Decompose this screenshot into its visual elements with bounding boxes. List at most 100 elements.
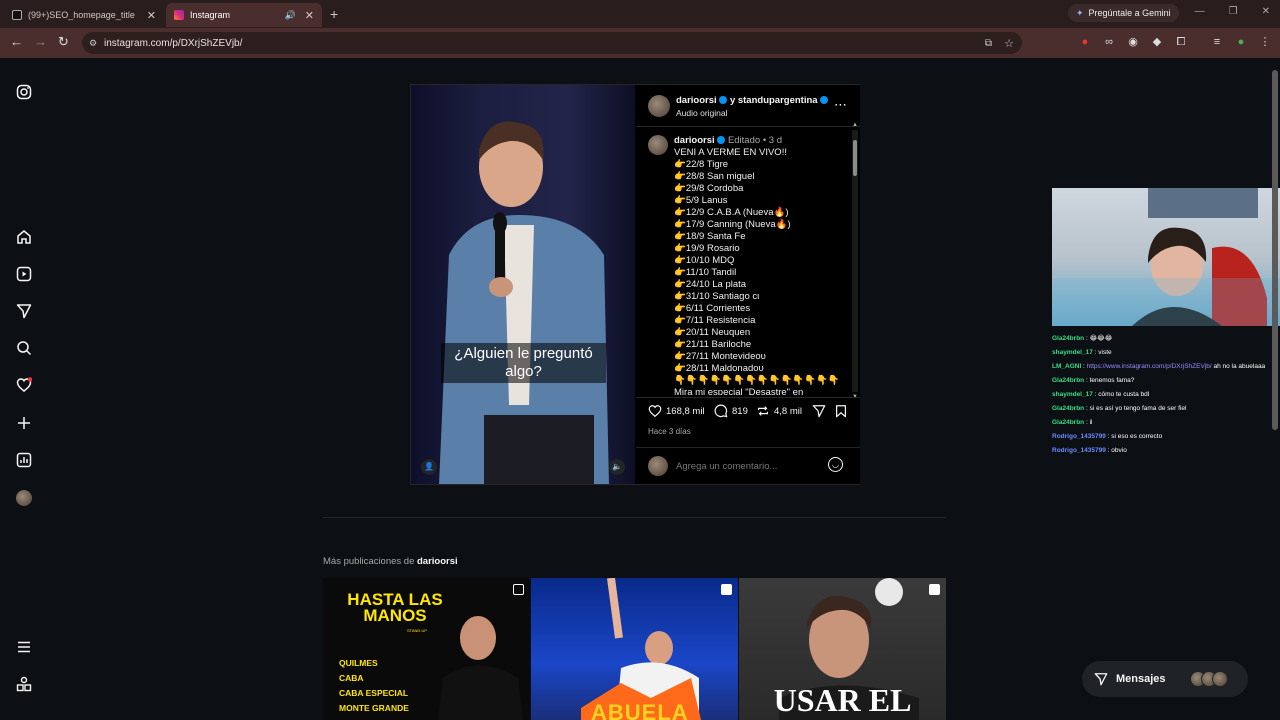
tagged-users-icon[interactable]: 👤: [421, 459, 437, 475]
reel-video[interactable]: ¿Alguien le preguntó algo? 👤 🔈: [411, 85, 635, 484]
chat-username[interactable]: Gla24brbn: [1052, 335, 1084, 342]
more-apps-icon[interactable]: [16, 676, 32, 692]
messages-button[interactable]: Mensajes: [1082, 661, 1248, 697]
profile-icon[interactable]: ●: [1234, 35, 1248, 49]
chat-username[interactable]: shaymdel_17: [1052, 349, 1093, 356]
create-plus-icon[interactable]: [16, 415, 32, 431]
chat-text: obvio: [1111, 447, 1127, 454]
caption-line: 👇👇👇👇👇👇👇👇👇👇👇👇👇👇: [674, 375, 840, 386]
scroll-thumb[interactable]: [853, 140, 857, 176]
url-text: instagram.com/p/DXrjShZEVjb/: [104, 37, 243, 49]
share-button[interactable]: [812, 404, 826, 418]
thumb3-text: USAR EL: [773, 682, 912, 718]
section-divider: [323, 517, 946, 518]
message-avatars: [1190, 671, 1228, 687]
page-scroll-thumb[interactable]: [1272, 70, 1278, 430]
thumb1-city: MONTE GRANDE: [339, 703, 409, 713]
home-icon[interactable]: [16, 229, 32, 245]
gemini-button[interactable]: ✦ Pregúntale a Gemini: [1068, 4, 1179, 22]
chat-username[interactable]: Gla24brbn: [1052, 405, 1084, 412]
post-date[interactable]: Hace 3 días: [648, 427, 691, 436]
viewer-avatar: [648, 456, 668, 476]
thumb1-sub: STAND UP: [407, 628, 427, 633]
stream-chat: Gla24brbn : 😂😂😂 shaymdel_17 : viste LM_AGN…: [1052, 332, 1280, 458]
chat-message: Gla24brbn : il: [1052, 416, 1280, 430]
more-post-thumbnail-3[interactable]: USAR EL: [739, 578, 946, 720]
chat-username[interactable]: Rodrigo_1435799: [1052, 447, 1106, 454]
chat-username[interactable]: shaymdel_17: [1052, 391, 1093, 398]
caption-username[interactable]: darioorsi: [674, 135, 715, 146]
menu-icon[interactable]: [16, 639, 32, 655]
extension-record-icon[interactable]: ◉: [1126, 35, 1140, 49]
url-field[interactable]: ⚙ instagram.com/p/DXrjShZEVjb/ ⧉ ☆: [82, 32, 1022, 54]
send-icon[interactable]: [16, 303, 32, 319]
chat-username[interactable]: Gla24brbn: [1052, 377, 1084, 384]
chrome-menu-icon[interactable]: ⋮: [1258, 35, 1272, 49]
emoji-icon[interactable]: ◡: [828, 457, 843, 472]
bookmark-star-icon[interactable]: ☆: [1004, 37, 1014, 50]
post-header: darioorsi y standupargentina Audio origi…: [636, 85, 860, 127]
more-posts-heading: Más publicaciones de darioorsi: [323, 556, 458, 567]
author-avatar[interactable]: [648, 95, 670, 117]
extensions-puzzle-icon[interactable]: ⧠: [1174, 35, 1188, 49]
tab-seo[interactable]: (99+)SEO_homepage_title ✕: [4, 3, 164, 27]
more-posts-user[interactable]: darioorsi: [417, 556, 458, 567]
chat-username[interactable]: Gla24brbn: [1052, 419, 1084, 426]
notifications-heart-icon[interactable]: [16, 377, 33, 393]
profile-avatar[interactable]: [16, 490, 32, 506]
instagram-logo-icon[interactable]: [16, 84, 32, 100]
page-scrollbar[interactable]: [1272, 60, 1278, 720]
more-options-icon[interactable]: ⋯: [834, 97, 847, 113]
dashboard-icon[interactable]: [16, 452, 32, 468]
reading-list-icon[interactable]: ≡: [1210, 35, 1224, 49]
back-icon[interactable]: ←: [10, 34, 23, 49]
restore-icon[interactable]: ❐: [1229, 6, 1238, 17]
share-icon: [812, 405, 826, 418]
forward-icon[interactable]: →: [34, 34, 47, 49]
extension-red-icon[interactable]: ●: [1078, 35, 1092, 49]
tab-instagram[interactable]: Instagram 🔊 ✕: [166, 3, 322, 27]
caption-line: 👉24/10 La plata: [674, 279, 747, 290]
reload-icon[interactable]: ↻: [58, 34, 69, 50]
chat-link[interactable]: https://www.instagram.com/p/DXrjShZEVjb/: [1087, 363, 1212, 370]
close-window-icon[interactable]: ✕: [1262, 6, 1270, 17]
speaker-icon[interactable]: 🔊: [285, 10, 296, 21]
streamer-image: [1052, 188, 1280, 326]
thumb1-city: CABA ESPECIAL: [339, 688, 409, 698]
caption-scrollbar[interactable]: ▲ ▼: [852, 122, 858, 400]
repost-icon: [758, 406, 768, 416]
comment-input[interactable]: [676, 458, 816, 474]
commenter-avatar[interactable]: [648, 135, 668, 155]
save-button[interactable]: [834, 404, 848, 418]
minimize-icon[interactable]: —: [1195, 6, 1205, 17]
edited-label: Editado: [727, 135, 761, 146]
scroll-up-icon[interactable]: ▲: [852, 122, 858, 128]
chat-username[interactable]: LM_AGNI: [1052, 363, 1081, 370]
more-post-thumbnail-2[interactable]: ABUELA: [531, 578, 738, 720]
reels-icon[interactable]: [16, 266, 32, 282]
collab-username[interactable]: y standupargentina: [730, 95, 818, 106]
site-info-icon[interactable]: ⚙: [89, 38, 97, 49]
close-icon[interactable]: ✕: [305, 9, 314, 22]
chat-username[interactable]: Rodrigo_1435799: [1052, 433, 1106, 440]
heart-icon: [648, 405, 662, 418]
search-icon[interactable]: [16, 340, 32, 356]
caption-line: 👉22/8 Tigre: [674, 159, 729, 170]
likes-count[interactable]: 168,8 mil: [666, 406, 705, 417]
extension-glasses-icon[interactable]: ∞: [1102, 35, 1116, 49]
like-button[interactable]: 168,8 mil: [648, 404, 705, 418]
more-post-thumbnail-1[interactable]: HASTA LAS MANOS STAND UP QUILMES CABA CA…: [323, 578, 530, 720]
new-tab-button[interactable]: +: [330, 6, 338, 22]
author-username[interactable]: darioorsi: [676, 95, 717, 106]
extension-diamond-icon[interactable]: ◆: [1150, 35, 1164, 49]
gemini-label: Pregúntale a Gemini: [1088, 8, 1171, 18]
caption-line: Mira mi especial "Desastre" en: [674, 387, 804, 395]
install-icon[interactable]: ⧉: [985, 38, 992, 49]
repost-button[interactable]: 4,8 mil: [756, 404, 802, 418]
comment-button[interactable]: 819: [714, 404, 748, 418]
chat-message: Rodrigo_1435799 : obvio: [1052, 444, 1280, 458]
close-icon[interactable]: ✕: [147, 9, 156, 22]
thumb2-text: ABUELA: [591, 700, 689, 720]
audio-label[interactable]: Audio original: [676, 108, 728, 118]
mute-icon[interactable]: 🔈: [609, 459, 625, 475]
